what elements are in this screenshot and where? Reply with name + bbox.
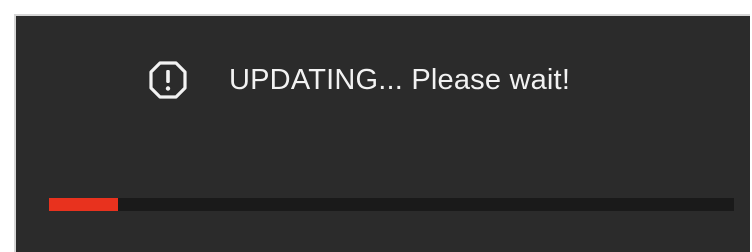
warning-octagon-icon bbox=[146, 58, 190, 102]
update-message: UPDATING... Please wait! bbox=[146, 60, 570, 100]
progress-bar-fill bbox=[49, 198, 118, 211]
update-dialog: UPDATING... Please wait! bbox=[14, 14, 750, 252]
progress-bar bbox=[49, 198, 734, 211]
status-text: UPDATING... Please wait! bbox=[229, 63, 571, 96]
